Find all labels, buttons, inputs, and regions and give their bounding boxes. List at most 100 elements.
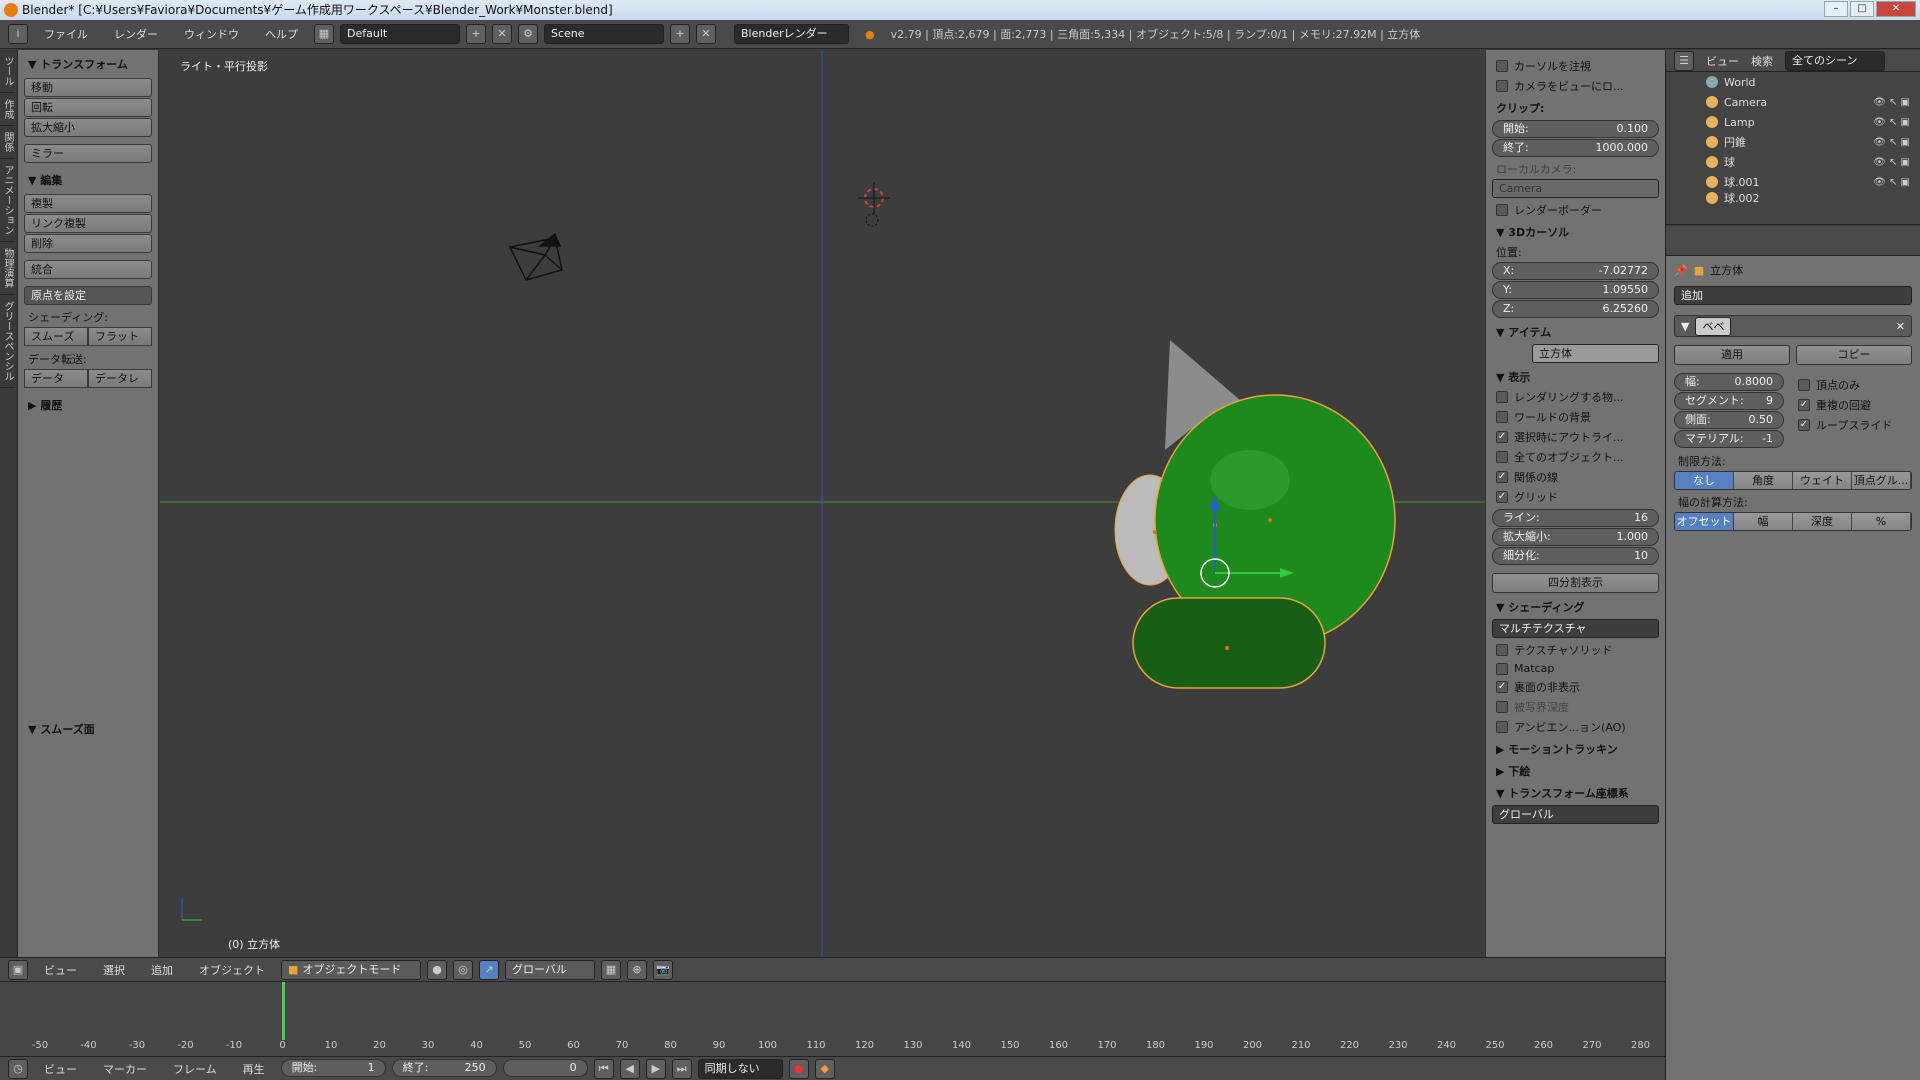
outliner-view-menu[interactable]: ビュー: [1706, 53, 1739, 69]
width-depth-option[interactable]: 深度: [1793, 513, 1852, 530]
sync-mode-select[interactable]: 同期しない: [697, 1058, 783, 1079]
snap-icon[interactable]: ⊕: [627, 959, 647, 980]
local-camera-field[interactable]: Camera: [1492, 179, 1659, 198]
clip-end-field[interactable]: 終了: 1000.000: [1492, 139, 1659, 157]
bevel-width-field[interactable]: 幅: 0.8000: [1674, 373, 1784, 391]
grid-scale-field[interactable]: 拡大縮小: 1.000: [1492, 528, 1659, 546]
history-panel-title[interactable]: ▶ 履歴: [28, 397, 152, 413]
mirror-button[interactable]: ミラー: [24, 144, 152, 163]
limit-angle-option[interactable]: 角度: [1734, 472, 1793, 489]
duplicate-button[interactable]: 複製: [24, 194, 152, 213]
rotate-button[interactable]: 回転: [24, 98, 152, 117]
outliner-item-sphere-002[interactable]: 球.002: [1666, 192, 1920, 204]
apply-modifier-button[interactable]: 適用: [1674, 345, 1790, 365]
minimize-button[interactable]: –: [1824, 1, 1848, 17]
cursor-y-field[interactable]: Y: 1.09550: [1492, 281, 1659, 299]
pivot-point-icon[interactable]: ◎: [453, 959, 473, 980]
outliner-item-cone[interactable]: 円錐 👁 ↖ ▣: [1666, 132, 1920, 152]
record-icon[interactable]: ●: [788, 1058, 809, 1079]
clip-start-field[interactable]: 開始: 0.100: [1492, 120, 1659, 138]
tab-grease-pencil[interactable]: グリースペンシル: [0, 295, 15, 388]
scene-field[interactable]: Scene: [544, 24, 664, 44]
shading-panel-title[interactable]: ▼ シェーディング: [1496, 599, 1659, 615]
limit-none-option[interactable]: なし: [1675, 472, 1734, 489]
limit-vgroup-option[interactable]: 頂点グル...: [1852, 472, 1911, 489]
outliner-search-menu[interactable]: 検索: [1751, 53, 1773, 69]
screen-layout-field[interactable]: Default: [340, 24, 460, 44]
grid-floor-check[interactable]: ✓ グリッド: [1496, 489, 1659, 505]
grid-lines-field[interactable]: ライン: 16: [1492, 509, 1659, 527]
viewport-canvas[interactable]: [160, 50, 1485, 957]
display-panel-title[interactable]: ▼ 表示: [1496, 369, 1659, 385]
join-button[interactable]: 統合: [24, 260, 152, 279]
collapse-modifier-icon[interactable]: ▼: [1681, 320, 1689, 333]
background-images-panel-title[interactable]: ▶ 下絵: [1496, 763, 1659, 779]
play-icon[interactable]: ▶: [645, 1058, 666, 1079]
bevel-profile-field[interactable]: 側面: 0.50: [1674, 411, 1784, 429]
layers-icon[interactable]: ▦: [601, 959, 621, 980]
set-origin-select[interactable]: 原点を設定: [24, 286, 152, 305]
timeline-menu-marker[interactable]: マーカー: [93, 1061, 157, 1077]
cursor-x-field[interactable]: X: -7.02772: [1492, 262, 1659, 280]
transform-panel-title[interactable]: ▼ トランスフォーム: [28, 56, 152, 72]
tab-create[interactable]: 作成: [0, 93, 15, 126]
smooth-faces-panel-title[interactable]: ▼ スムーズ面: [28, 721, 152, 737]
motion-tracking-panel-title[interactable]: ▶ モーショントラッキン: [1496, 741, 1659, 757]
all-object-origins-check[interactable]: 全てのオブジェクト...: [1496, 449, 1659, 465]
cursor-lock-check[interactable]: カーソルを注視: [1496, 58, 1659, 74]
render-icon[interactable]: 📷: [653, 959, 673, 980]
scale-button[interactable]: 拡大縮小: [24, 118, 152, 137]
tab-tools[interactable]: ツール: [0, 50, 15, 93]
loop-slide-check[interactable]: ✓ ループスライド: [1798, 417, 1892, 433]
duplicate-linked-button[interactable]: リンク複製: [24, 214, 152, 233]
relationship-lines-check[interactable]: ✓ 関係の線: [1496, 469, 1659, 485]
render-border-check[interactable]: レンダーボーダー: [1496, 202, 1659, 218]
menu-view[interactable]: ビュー: [34, 962, 87, 978]
lock-camera-check[interactable]: カメラをビューにロ...: [1496, 78, 1659, 94]
matcap-check[interactable]: Matcap: [1496, 662, 1659, 675]
shading-mode-select[interactable]: マルチテクスチャ: [1492, 619, 1659, 638]
maximize-button[interactable]: □: [1850, 1, 1874, 17]
modifier-name-field[interactable]: ベベ: [1695, 316, 1732, 336]
menu-object[interactable]: オブジェクト: [189, 962, 275, 978]
limit-weight-option[interactable]: ウェイト: [1793, 472, 1852, 489]
timeline-menu-frame[interactable]: フレーム: [163, 1061, 227, 1077]
data-layouts-button[interactable]: データレ: [88, 369, 152, 388]
clamp-overlap-check[interactable]: ✓ 重複の回避: [1798, 397, 1892, 413]
close-modifier-icon[interactable]: ✕: [1896, 320, 1905, 333]
menu-select[interactable]: 選択: [93, 962, 135, 978]
tab-animation[interactable]: アニメーション: [0, 159, 15, 242]
scene-icon[interactable]: ⚙: [518, 24, 538, 44]
bevel-material-field[interactable]: マテリアル: -1: [1674, 430, 1784, 448]
timeline-menu-view[interactable]: ビュー: [34, 1061, 87, 1077]
transform-orientation-header-select[interactable]: グローバル: [505, 959, 595, 980]
remove-scene-icon[interactable]: ✕: [696, 24, 716, 44]
jump-end-icon[interactable]: ⏭: [671, 1058, 692, 1079]
width-percent-option[interactable]: %: [1852, 513, 1911, 530]
current-frame-marker[interactable]: [282, 982, 285, 1040]
timeline-menu-playback[interactable]: 再生: [233, 1061, 275, 1077]
close-button[interactable]: ✕: [1876, 1, 1916, 17]
width-offset-option[interactable]: オフセット: [1675, 513, 1734, 530]
outliner-item-camera[interactable]: Camera 👁 ↖ ▣: [1666, 92, 1920, 112]
bevel-segments-field[interactable]: セグメント: 9: [1674, 392, 1784, 410]
outline-selected-check[interactable]: ✓ 選択時にアウトライ...: [1496, 429, 1659, 445]
backface-culling-check[interactable]: ✓ 裏面の非表示: [1496, 679, 1659, 695]
item-panel-title[interactable]: ▼ アイテム: [1496, 324, 1659, 340]
item-name-field[interactable]: 立方体: [1532, 344, 1659, 363]
add-scene-icon[interactable]: +: [670, 24, 690, 44]
grid-subdivisions-field[interactable]: 細分化: 10: [1492, 547, 1659, 565]
properties-context-tabs[interactable]: [1666, 226, 1920, 256]
transform-orientation-select[interactable]: グローバル: [1492, 805, 1659, 824]
keyframe-icon[interactable]: ◆: [814, 1058, 835, 1079]
textured-solid-check[interactable]: テクスチャソリッド: [1496, 642, 1659, 658]
render-engine-select[interactable]: Blenderレンダー: [734, 24, 849, 44]
outliner-item-world[interactable]: World: [1666, 72, 1920, 92]
menu-help[interactable]: ヘルプ: [255, 26, 308, 42]
menu-add[interactable]: 追加: [141, 962, 183, 978]
outliner-item-lamp[interactable]: Lamp 👁 ↖ ▣: [1666, 112, 1920, 132]
play-reverse-icon[interactable]: ◀: [619, 1058, 640, 1079]
quad-view-button[interactable]: 四分割表示: [1492, 573, 1659, 593]
ambient-occlusion-check[interactable]: アンビエン...ョン(AO): [1496, 719, 1659, 735]
tab-relations[interactable]: 関係: [0, 126, 15, 159]
